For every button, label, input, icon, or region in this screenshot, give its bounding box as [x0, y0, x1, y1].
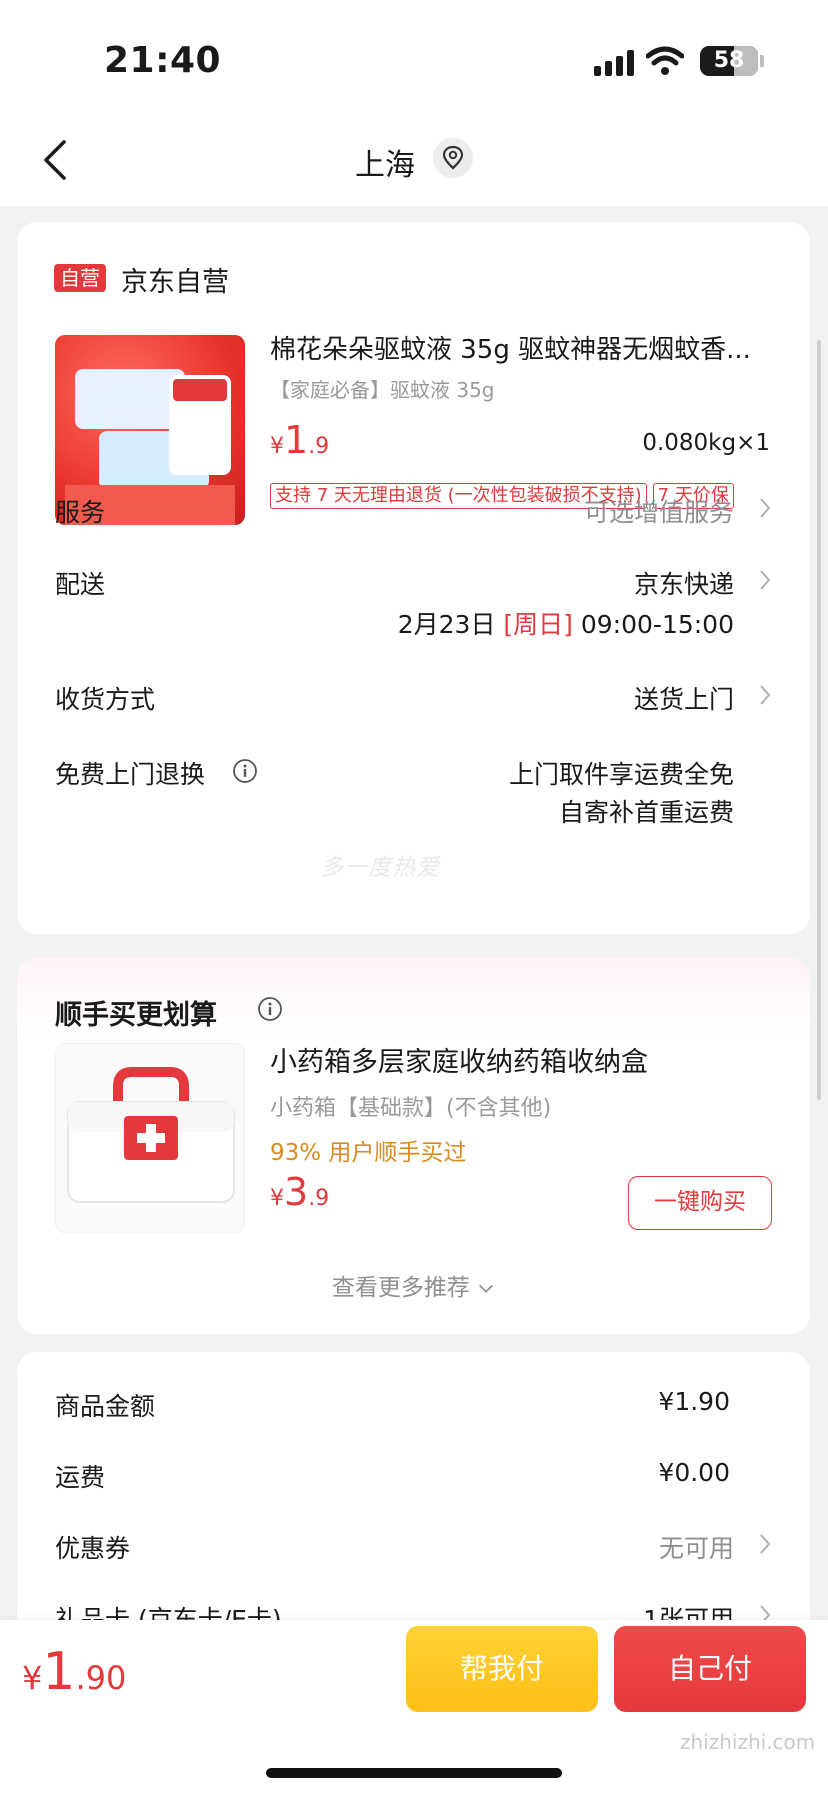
goods-amount-label: 商品金额 [55, 1392, 156, 1421]
home-indicator [266, 1768, 562, 1778]
signal-icon [594, 50, 634, 76]
total-currency: ¥ [22, 1659, 43, 1697]
chevron-right-icon[interactable] [758, 683, 772, 707]
receive-value[interactable]: 送货上门 [634, 680, 734, 716]
total-decimal: .90 [75, 1659, 127, 1697]
free-return-line2: 自寄补首重运费 [558, 798, 734, 827]
battery-level: 58 [713, 48, 745, 73]
recommend-product-title[interactable]: 小药箱多层家庭收纳药箱收纳盒 [270, 1040, 648, 1079]
coupon-label: 优惠券 [55, 1534, 131, 1563]
site-watermark: zhizhizhi.com [680, 1730, 816, 1754]
recommend-bought-rate: 93% 用户顺手买过 [270, 1140, 467, 1166]
shipping-fee-value: ¥0.00 [658, 1458, 730, 1487]
see-more-recommend-link[interactable]: 查看更多推荐 [17, 1268, 810, 1302]
wifi-icon [646, 46, 684, 75]
recommend-product-image[interactable] [55, 1043, 245, 1233]
battery-icon: 58 [700, 46, 758, 76]
delivery-label: 配送 [55, 570, 106, 599]
goods-amount-value: ¥1.90 [658, 1387, 730, 1416]
product-spec: 【家庭必备】驱蚊液 35g [270, 378, 495, 402]
free-return-label: 免费上门退换 [55, 760, 206, 789]
recommend-product-spec: 小药箱【基础款】(不含其他) [270, 1096, 552, 1121]
shipping-fee-label: 运费 [55, 1463, 106, 1492]
delivery-slot[interactable]: 2月23日 [周日] 09:00-15:00 [398, 605, 734, 641]
delivery-weekday: [周日] [503, 610, 573, 639]
chevron-down-icon [479, 1284, 494, 1293]
coupon-value[interactable]: 无可用 [659, 1529, 734, 1565]
service-label: 服务 [55, 498, 106, 527]
chevron-right-icon[interactable] [758, 496, 772, 520]
service-value[interactable]: 可选增值服务 [584, 493, 734, 529]
one-click-buy-button[interactable]: 一键购买 [628, 1176, 772, 1230]
delivery-date: 2月23日 [397, 610, 496, 639]
product-weight-qty: 0.080kg×1 [642, 430, 770, 456]
help-me-pay-button[interactable]: 帮我付 [406, 1626, 598, 1712]
status-bar: 21:40 58 [0, 0, 828, 120]
location-icon[interactable] [433, 138, 473, 178]
price-decimal: .9 [308, 434, 330, 459]
page-title: 上海 [355, 148, 415, 183]
see-more-label: 查看更多推荐 [331, 1275, 470, 1301]
checkout-bar: ¥1.90 帮我付 自己付 zhizhizhi.com [0, 1620, 828, 1796]
scrollbar[interactable] [817, 340, 821, 1100]
total-price: ¥1.90 [22, 1642, 126, 1702]
recommend-product-price: ¥3.9 [270, 1170, 329, 1214]
recommend-title: 顺手买更划算 [55, 1000, 217, 1031]
chevron-right-icon[interactable] [758, 568, 772, 592]
back-icon[interactable] [40, 138, 70, 182]
order-card: 自营 京东自营 棉花朵朵驱蚊液 35g 驱蚊神器无烟蚊香... 【家庭必备】驱蚊… [17, 222, 810, 934]
total-integer: 1 [42, 1642, 76, 1702]
battery-tip [760, 55, 764, 67]
info-icon[interactable] [232, 758, 258, 784]
receive-label: 收货方式 [55, 685, 156, 714]
shop-name[interactable]: 京东自营 [121, 260, 229, 299]
status-time: 21:40 [104, 40, 222, 81]
product-price: ¥1.9 [270, 418, 329, 462]
nav-bar: 上海 [0, 120, 828, 206]
price-currency: ¥ [270, 434, 284, 459]
product-title[interactable]: 棉花朵朵驱蚊液 35g 驱蚊神器无烟蚊香... [270, 332, 780, 368]
price-integer: 1 [284, 418, 309, 462]
recommend-card: 顺手买更划算 小药箱多层家庭收纳药箱收纳盒 小药箱【基础款】(不含其他) 93%… [17, 958, 810, 1334]
free-return-line1: 上门取件享运费全免 [508, 760, 734, 789]
self-operated-badge: 自营 [54, 264, 106, 292]
price-currency: ¥ [270, 1186, 284, 1211]
watermark-text: 多一度热爱 [320, 855, 440, 881]
delivery-carrier[interactable]: 京东快递 [634, 565, 734, 601]
price-decimal: .9 [308, 1186, 330, 1211]
pay-myself-button[interactable]: 自己付 [614, 1626, 806, 1712]
info-icon[interactable] [257, 996, 283, 1022]
delivery-time: 09:00-15:00 [580, 610, 734, 639]
price-integer: 3 [284, 1170, 309, 1214]
chevron-right-icon[interactable] [758, 1532, 772, 1556]
